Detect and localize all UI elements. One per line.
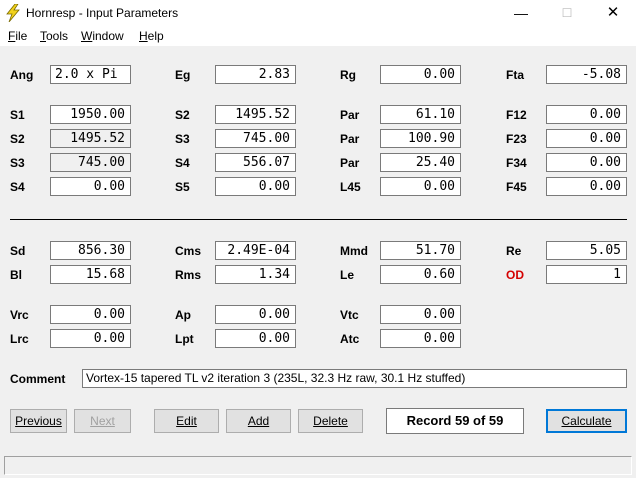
comment-field[interactable]: Vortex-15 tapered TL v2 iteration 3 (235… [82,369,627,388]
comment-label: Comment [10,372,66,386]
vtc-field[interactable]: 0.00 [380,305,461,324]
lrc-field[interactable]: 0.00 [50,329,131,348]
vtc-label: Vtc [340,308,359,322]
s1-label: S1 [10,108,25,122]
rg-label: Rg [340,68,356,82]
menu-help[interactable]: Help [139,29,164,43]
edit-button[interactable]: Edit [154,409,219,433]
menu-window[interactable]: Window [81,29,124,43]
eg-label: Eg [175,68,191,82]
bl-field[interactable]: 15.68 [50,265,131,284]
od-label: OD [506,268,524,282]
menu-tools[interactable]: Tools [40,29,68,43]
s5-label: S5 [175,180,190,194]
le-label: Le [340,268,355,282]
lpt-field[interactable]: 0.00 [215,329,296,348]
title-bar[interactable]: Hornresp - Input Parameters — ☐ ✕ [0,0,636,26]
par1-label: Par [340,108,360,122]
delete-button[interactable]: Delete [298,409,363,433]
status-bar [4,456,632,475]
s5-field[interactable]: 0.00 [215,177,296,196]
menu-file[interactable]: File [8,29,27,43]
par3-field[interactable]: 25.40 [380,153,461,172]
input-parameters-panel: Ang 2.0 x Pi Eg 2.83 Rg 0.00 Fta -5.08 S… [0,46,636,478]
sd-field[interactable]: 856.30 [50,241,131,260]
ap-field[interactable]: 0.00 [215,305,296,324]
mmd-field[interactable]: 51.70 [380,241,461,260]
l45-label: L45 [340,180,361,194]
s4-field[interactable]: 556.07 [215,153,296,172]
s4-label: S4 [175,156,190,170]
close-button[interactable]: ✕ [590,0,636,26]
record-indicator: Record 59 of 59 [386,408,524,434]
s4-label-row5: S4 [10,180,25,194]
par2-label: Par [340,132,360,146]
par3-label: Par [340,156,360,170]
vrc-label: Vrc [10,308,29,322]
l45-field[interactable]: 0.00 [380,177,461,196]
s3-label-row4: S3 [10,156,25,170]
ap-label: Ap [175,308,191,322]
add-button[interactable]: Add [226,409,291,433]
ang-field[interactable]: 2.0 x Pi [50,65,131,84]
f34-label: F34 [506,156,527,170]
s2-label-row3: S2 [10,132,25,146]
cms-field[interactable]: 2.49E-04 [215,241,296,260]
maximize-button[interactable]: ☐ [544,0,590,26]
section-divider [10,219,627,220]
le-field[interactable]: 0.60 [380,265,461,284]
re-field[interactable]: 5.05 [546,241,627,260]
lightning-bolt-icon [6,4,20,22]
f34-field[interactable]: 0.00 [546,153,627,172]
s3-label: S3 [175,132,190,146]
f45-field[interactable]: 0.00 [546,177,627,196]
lpt-label: Lpt [175,332,194,346]
s4-field-row5[interactable]: 0.00 [50,177,131,196]
minimize-button[interactable]: — [498,0,544,26]
fta-label: Fta [506,68,524,82]
next-button[interactable]: Next [74,409,131,433]
par1-field[interactable]: 61.10 [380,105,461,124]
calculate-button[interactable]: Calculate [546,409,627,433]
vrc-field[interactable]: 0.00 [50,305,131,324]
s3-field[interactable]: 745.00 [215,129,296,148]
atc-label: Atc [340,332,360,346]
s3-field-row4[interactable]: 745.00 [50,153,131,172]
re-label: Re [506,244,522,258]
rg-field[interactable]: 0.00 [380,65,461,84]
sd-label: Sd [10,244,26,258]
s2-field[interactable]: 1495.52 [215,105,296,124]
atc-field[interactable]: 0.00 [380,329,461,348]
window-title: Hornresp - Input Parameters [26,6,179,20]
s2-field-row3[interactable]: 1495.52 [50,129,131,148]
menu-bar: File Tools Window Help [0,26,636,46]
f12-label: F12 [506,108,527,122]
eg-field[interactable]: 2.83 [215,65,296,84]
rms-label: Rms [175,268,202,282]
fta-field[interactable]: -5.08 [546,65,627,84]
bl-label: Bl [10,268,22,282]
f23-label: F23 [506,132,527,146]
f12-field[interactable]: 0.00 [546,105,627,124]
od-field[interactable]: 1 [546,265,627,284]
par2-field[interactable]: 100.90 [380,129,461,148]
f45-label: F45 [506,180,527,194]
mmd-label: Mmd [340,244,368,258]
cms-label: Cms [175,244,202,258]
rms-field[interactable]: 1.34 [215,265,296,284]
s2-label: S2 [175,108,190,122]
s1-field[interactable]: 1950.00 [50,105,131,124]
lrc-label: Lrc [10,332,29,346]
f23-field[interactable]: 0.00 [546,129,627,148]
ang-label: Ang [10,68,34,82]
previous-button[interactable]: Previous [10,409,67,433]
